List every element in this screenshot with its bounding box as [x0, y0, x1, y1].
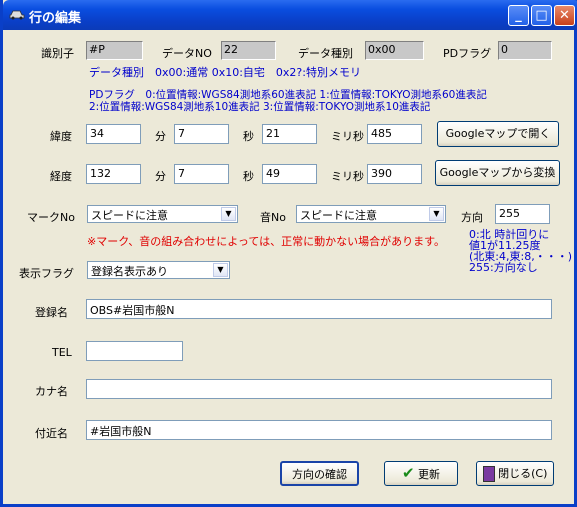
- direction-input[interactable]: 255: [495, 204, 550, 224]
- tel-label: TEL: [52, 346, 72, 359]
- title-bar[interactable]: 行の編集 _ □ ✕: [3, 0, 577, 30]
- car-icon: [9, 10, 25, 20]
- close-label: 閉じる(C): [498, 467, 548, 480]
- direction-help-line: 255:方向なし: [469, 261, 538, 274]
- chevron-down-icon[interactable]: ▼: [213, 263, 228, 277]
- pdflag-field: 0: [498, 41, 552, 60]
- maximize-icon: □: [535, 8, 548, 23]
- latitude-second-input[interactable]: 21: [262, 124, 317, 144]
- tel-input[interactable]: [86, 341, 183, 361]
- chevron-down-icon[interactable]: ▼: [429, 207, 444, 221]
- maximize-button[interactable]: □: [531, 5, 552, 26]
- check-direction-label: 方向の確認: [292, 468, 347, 481]
- longitude-second-label: 秒: [243, 170, 254, 183]
- latitude-second-label: 秒: [243, 130, 254, 143]
- mark-label: マークNo: [27, 211, 75, 224]
- edit-row-window: 行の編集 _ □ ✕ 識別子 #P データNO 22 データ種別 0x00 PD…: [0, 0, 577, 507]
- close-icon: ✕: [559, 8, 570, 23]
- latitude-minute-label: 分: [155, 130, 166, 143]
- kana-input[interactable]: [86, 379, 552, 399]
- longitude-ms-input[interactable]: 390: [367, 164, 422, 184]
- door-exit-icon: [482, 466, 495, 482]
- longitude-degree-input[interactable]: 132: [86, 164, 141, 184]
- reg-name-label: 登録名: [35, 306, 68, 319]
- longitude-second-input[interactable]: 49: [262, 164, 317, 184]
- close-window-button[interactable]: ✕: [554, 5, 575, 26]
- checkmark-icon: ✔: [401, 464, 415, 482]
- datano-field: 22: [221, 41, 276, 60]
- datatype-note: データ種別 0x00:通常 0x10:自宅 0x2?:特別メモリ: [89, 66, 361, 79]
- sound-select-value: スピードに注意: [300, 209, 377, 222]
- mark-select[interactable]: スピードに注意 ▼: [87, 205, 238, 223]
- longitude-minute-input[interactable]: 7: [174, 164, 229, 184]
- check-direction-button[interactable]: 方向の確認: [280, 461, 359, 486]
- longitude-minute-label: 分: [155, 170, 166, 183]
- pdflag-note-2: 2:位置情報:WGS84測地系10進表記 3:位置情報:TOKYO測地系10進表…: [89, 101, 431, 113]
- sound-select[interactable]: スピードに注意 ▼: [296, 205, 446, 223]
- chevron-down-icon[interactable]: ▼: [221, 207, 236, 221]
- update-label: 更新: [418, 468, 441, 481]
- open-google-maps-button[interactable]: Googleマップで開く: [437, 121, 559, 147]
- mark-select-value: スピードに注意: [91, 209, 168, 222]
- latitude-degree-input[interactable]: 34: [86, 124, 141, 144]
- id-label: 識別子: [41, 47, 74, 60]
- direction-label: 方向: [461, 211, 483, 224]
- kana-label: カナ名: [35, 385, 68, 398]
- near-name-label: 付近名: [35, 427, 68, 440]
- latitude-ms-label: ミリ秒: [331, 130, 364, 143]
- longitude-label: 経度: [50, 170, 72, 183]
- longitude-ms-label: ミリ秒: [331, 170, 364, 183]
- latitude-label: 緯度: [50, 130, 72, 143]
- latitude-minute-input[interactable]: 7: [174, 124, 229, 144]
- display-flag-select-value: 登録名表示あり: [91, 265, 168, 278]
- convert-from-google-maps-button[interactable]: Googleマップから変換: [435, 160, 560, 186]
- datatype-field: 0x00: [365, 41, 424, 60]
- update-button[interactable]: ✔ 更新: [384, 461, 458, 486]
- close-button[interactable]: 閉じる(C): [476, 461, 554, 486]
- reg-name-input[interactable]: OBS#岩国市般N: [86, 299, 552, 319]
- window-title: 行の編集: [29, 11, 82, 26]
- latitude-ms-input[interactable]: 485: [367, 124, 422, 144]
- datano-label: データNO: [162, 47, 212, 60]
- minimize-button[interactable]: _: [508, 5, 529, 26]
- pdflag-label: PDフラグ: [443, 47, 492, 60]
- direction-help: 0:北 時計回りに 値1が11.25度 (北東:4,東:8,・・・) 255:方…: [469, 229, 572, 273]
- display-flag-select[interactable]: 登録名表示あり ▼: [87, 261, 230, 279]
- minimize-icon: _: [515, 8, 522, 23]
- combination-warning: ※マーク、音の組み合わせによっては、正常に動かない場合があります。: [87, 235, 446, 248]
- near-name-input[interactable]: #岩国市般N: [86, 420, 552, 440]
- id-field: #P: [86, 41, 143, 60]
- datatype-label: データ種別: [298, 47, 353, 60]
- sound-label: 音No: [260, 211, 286, 224]
- display-flag-label: 表示フラグ: [19, 267, 74, 280]
